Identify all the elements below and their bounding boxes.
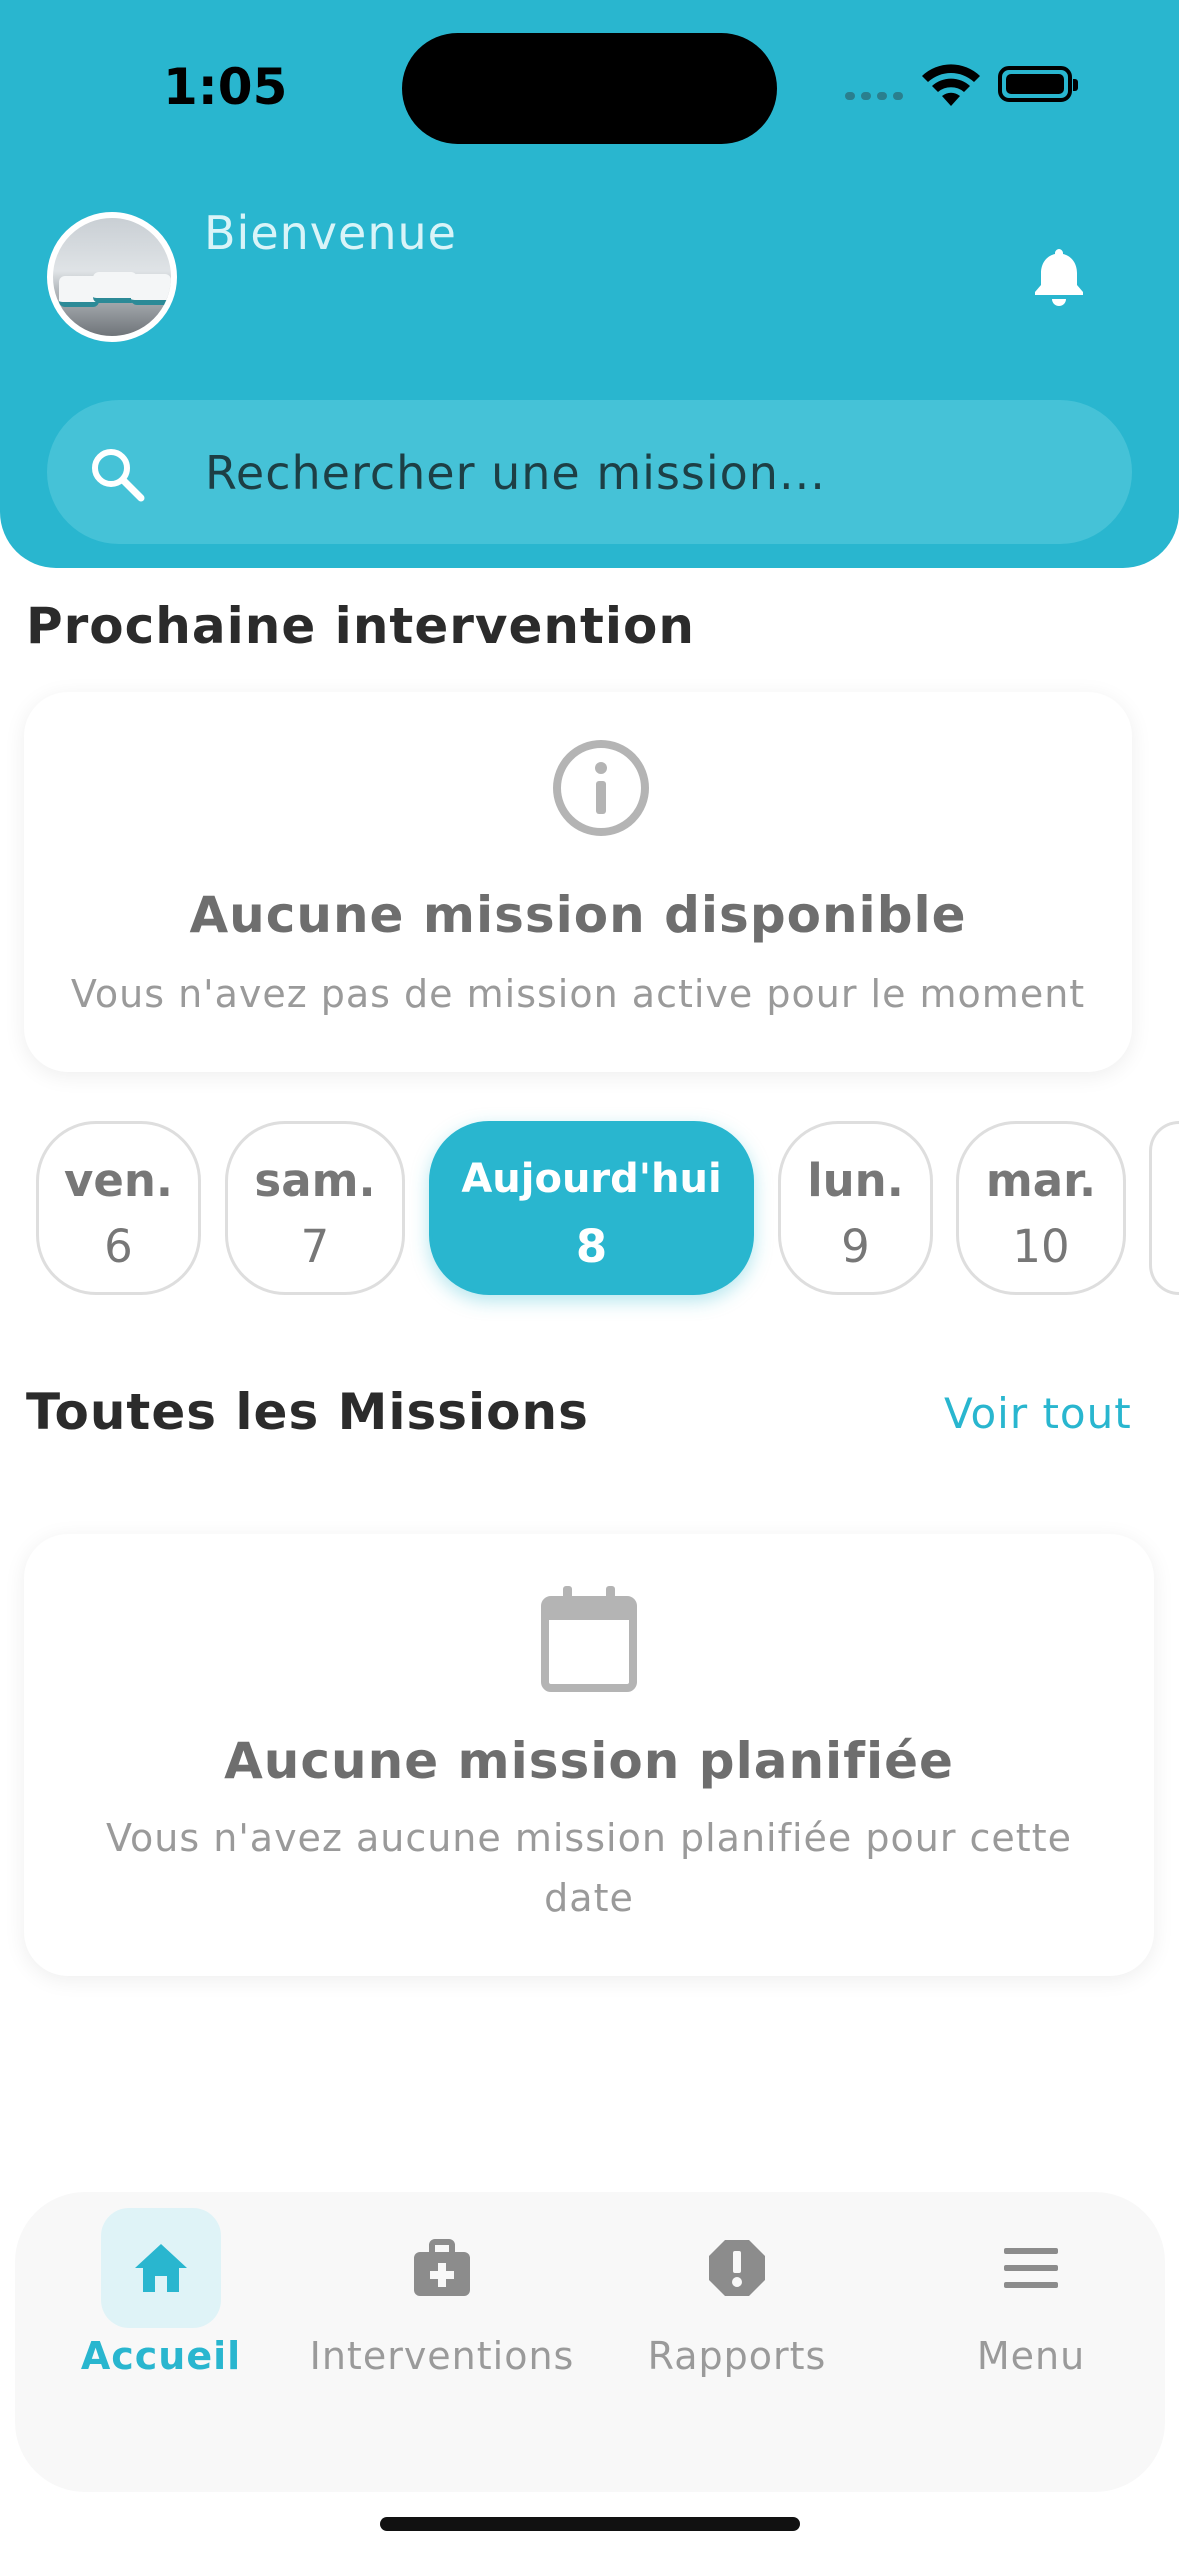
cellular-signal-icon — [845, 92, 903, 100]
search-bar[interactable] — [47, 400, 1132, 546]
nav-label: Menu — [976, 2334, 1086, 2378]
day-number: 10 — [1012, 1220, 1070, 1273]
home-icon — [101, 2208, 221, 2328]
empty-state-title: Aucune mission planifiée — [224, 1732, 954, 1790]
home-indicator — [380, 2517, 800, 2531]
app-header: 1:05 Bienvenue — [0, 0, 1179, 568]
calendar-day[interactable]: mar. 10 — [956, 1121, 1126, 1295]
calendar-icon — [541, 1586, 637, 1692]
search-input[interactable] — [203, 400, 1087, 546]
empty-state-title: Aucune mission disponible — [189, 886, 967, 944]
all-missions-title: Toutes les Missions — [26, 1383, 589, 1441]
day-number: 8 — [575, 1220, 608, 1273]
nav-label: Interventions — [309, 2334, 575, 2378]
empty-state-subtitle: Vous n'avez pas de mission active pour l… — [70, 972, 1086, 1016]
weekday-label: Aujourd'hui — [461, 1156, 722, 1202]
next-intervention-title: Prochaine intervention — [26, 597, 695, 655]
calendar-day[interactable]: ven. 6 — [36, 1121, 201, 1295]
day-number: 6 — [104, 1220, 133, 1273]
avatar[interactable] — [47, 212, 177, 342]
wifi-icon — [922, 64, 980, 106]
medical-bag-icon — [382, 2208, 502, 2328]
calendar-day-today[interactable]: Aujourd'hui 8 — [429, 1121, 754, 1295]
calendar-day[interactable]: lun. 9 — [778, 1121, 933, 1295]
weekday-label: ven. — [64, 1154, 173, 1207]
welcome-text: Bienvenue — [204, 206, 457, 260]
weekday-label: mar. — [985, 1154, 1097, 1207]
menu-icon — [971, 2208, 1091, 2328]
nav-label: Accueil — [80, 2334, 242, 2378]
see-all-link[interactable]: Voir tout — [944, 1389, 1132, 1438]
status-time: 1:05 — [163, 58, 288, 116]
nav-menu[interactable]: Menu — [887, 2192, 1175, 2492]
day-number: 7 — [300, 1220, 330, 1273]
nav-reports[interactable]: Rapports — [593, 2192, 881, 2492]
empty-state-subtitle: Vous n'avez aucune mission planifiée pou… — [106, 1816, 1072, 1920]
calendar-day-partial[interactable] — [1149, 1121, 1179, 1295]
nav-home[interactable]: Accueil — [17, 2192, 305, 2492]
dynamic-island — [402, 33, 777, 144]
bottom-navigation: Accueil Interventions Rapports Menu — [15, 2192, 1165, 2492]
info-icon — [553, 740, 649, 836]
day-number: 9 — [841, 1220, 870, 1273]
all-missions-card: Aucune mission planifiée Vous n'avez auc… — [24, 1534, 1154, 1976]
nav-interventions[interactable]: Interventions — [298, 2192, 586, 2492]
weekday-label: sam. — [254, 1154, 376, 1207]
search-icon — [92, 449, 145, 502]
calendar-day[interactable]: sam. 7 — [225, 1121, 405, 1295]
next-intervention-card: Aucune mission disponible Vous n'avez pa… — [24, 692, 1132, 1072]
nav-label: Rapports — [647, 2334, 827, 2378]
bell-icon[interactable] — [1030, 245, 1088, 307]
weekday-label: lun. — [807, 1154, 904, 1207]
report-alert-icon — [677, 2208, 797, 2328]
battery-icon — [998, 66, 1078, 102]
